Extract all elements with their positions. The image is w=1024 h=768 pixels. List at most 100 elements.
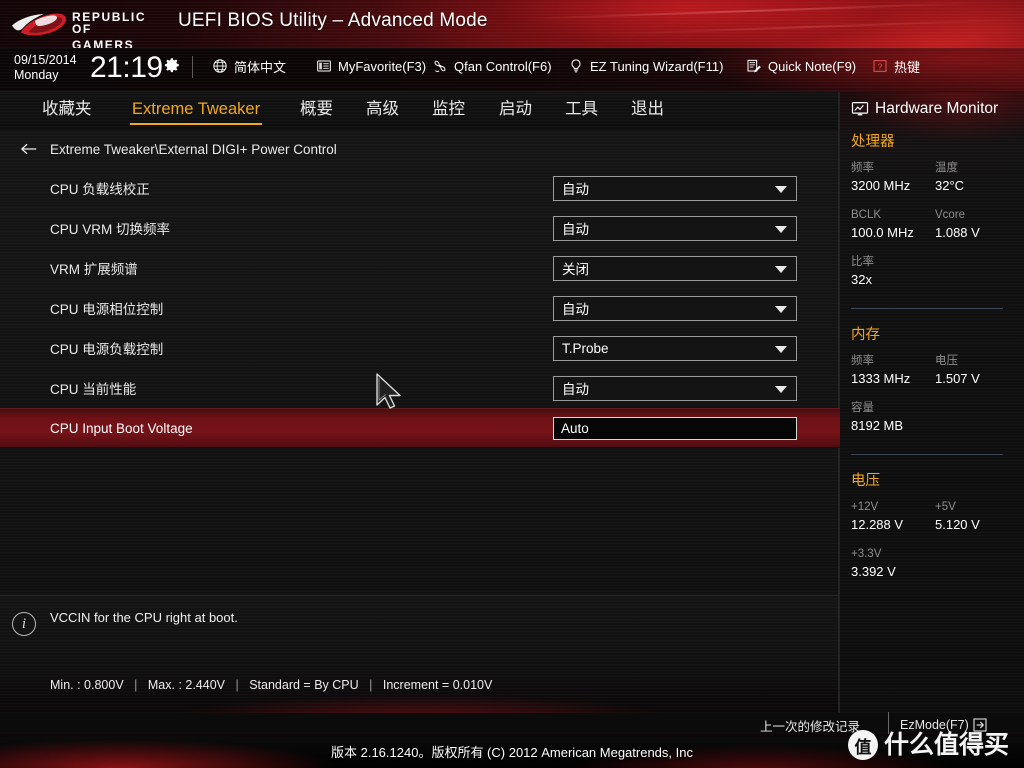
monitor-icon bbox=[851, 102, 869, 116]
hw-key: 比率 bbox=[851, 256, 874, 268]
tab-favorites[interactable]: 收藏夹 bbox=[40, 95, 94, 125]
tab-boot[interactable]: 启动 bbox=[497, 95, 534, 125]
chevron-down-icon bbox=[775, 345, 787, 353]
toolbar-label-myfavorite: MyFavorite(F3) bbox=[338, 58, 427, 74]
hardware-monitor-panel: Hardware Monitor 处理器 频率 3200 MHz 温度 32°C… bbox=[840, 92, 1024, 713]
setting-row-cpu-load-line-calibration[interactable]: CPU 负载线校正 自动 bbox=[0, 168, 840, 208]
hw-section-title-cpu: 处理器 bbox=[851, 134, 895, 150]
watermark-text: 什么值得买 bbox=[884, 731, 1010, 759]
hw-key: +5V bbox=[935, 501, 956, 513]
hw-value: 3200 MHz bbox=[851, 178, 911, 193]
hw-value: 32°C bbox=[935, 178, 965, 193]
setting-row-vrm-spread-spectrum[interactable]: VRM 扩展频谱 关闭 bbox=[0, 248, 840, 288]
tab-advanced[interactable]: 高级 bbox=[364, 95, 401, 125]
current-date: 09/15/2014 bbox=[14, 53, 77, 67]
setting-label: CPU VRM 切换频率 bbox=[50, 222, 171, 237]
chevron-down-icon bbox=[775, 225, 787, 233]
settings-list: CPU 负载线校正 自动 CPU VRM 切换频率 自动 VRM 扩展频谱 关闭 bbox=[0, 168, 840, 448]
dropdown-value: 自动 bbox=[562, 182, 589, 197]
dropdown-value: 自动 bbox=[562, 302, 589, 317]
setting-dropdown-cpu-power-phase-control[interactable]: 自动 bbox=[553, 295, 797, 321]
current-time: 21:19 bbox=[90, 51, 163, 84]
dropdown-value: 自动 bbox=[562, 222, 589, 237]
hw-key: +3.3V bbox=[851, 548, 882, 560]
favorite-list-icon bbox=[317, 60, 331, 72]
help-increment: Increment = 0.010V bbox=[382, 678, 493, 692]
date-block: 09/15/2014 Monday bbox=[14, 53, 90, 82]
setting-label: CPU 电源负载控制 bbox=[50, 342, 164, 357]
title-banner: REPUBLIC OF GAMERS UEFI BIOS Utility – A… bbox=[0, 0, 1024, 48]
toolbar-label-quicknote: Quick Note(F9) bbox=[768, 58, 857, 74]
hw-key: Vcore bbox=[935, 209, 966, 221]
toolbar-item-qfan[interactable]: Qfan Control(F6) bbox=[432, 56, 552, 76]
setting-dropdown-cpu-vrm-switching-frequency[interactable]: 自动 bbox=[553, 215, 797, 241]
bios-screen: REPUBLIC OF GAMERS UEFI BIOS Utility – A… bbox=[0, 0, 1024, 768]
rog-wordmark: REPUBLIC OF GAMERS bbox=[72, 11, 160, 48]
setting-row-cpu-current-capability[interactable]: CPU 当前性能 自动 bbox=[0, 368, 840, 408]
tab-tool[interactable]: 工具 bbox=[563, 95, 600, 125]
gear-icon[interactable] bbox=[163, 56, 181, 74]
back-arrow-icon[interactable] bbox=[20, 142, 38, 156]
note-pencil-icon bbox=[747, 59, 761, 73]
hw-section-title-voltage: 电压 bbox=[851, 473, 880, 489]
hw-value: 32x bbox=[851, 272, 872, 287]
setting-row-cpu-input-boot-voltage[interactable]: CPU Input Boot Voltage Auto bbox=[0, 408, 840, 448]
help-divider: | bbox=[134, 678, 138, 692]
toolbar-item-language[interactable]: 简体中文 bbox=[212, 56, 286, 76]
hw-cell-memory-frequency: 频率 1333 MHz bbox=[851, 353, 935, 400]
setting-row-cpu-power-phase-control[interactable]: CPU 电源相位控制 自动 bbox=[0, 288, 840, 328]
hw-cell-cpu-temperature: 温度 32°C bbox=[935, 160, 1019, 207]
help-standard: Standard = By CPU bbox=[249, 678, 359, 692]
hw-row-mem-capacity: 容量 8192 MB bbox=[851, 400, 1024, 447]
hw-key: +12V bbox=[851, 501, 879, 513]
chevron-down-icon bbox=[775, 385, 787, 393]
input-value: Auto bbox=[561, 420, 589, 436]
hw-value: 12.288 V bbox=[851, 517, 904, 532]
hardware-monitor-label: Hardware Monitor bbox=[875, 100, 999, 117]
breadcrumb: Extreme Tweaker\External DIGI+ Power Con… bbox=[20, 138, 337, 160]
info-icon: i bbox=[12, 612, 36, 636]
hw-key: 频率 bbox=[851, 355, 874, 367]
hw-row-cpu-freq-temp: 频率 3200 MHz 温度 32°C bbox=[851, 160, 1024, 207]
hw-value: 1.507 V bbox=[935, 371, 980, 386]
toolbar-item-eztuning[interactable]: EZ Tuning Wizard(F11) bbox=[568, 56, 723, 76]
hw-row-volt-33: +3.3V 3.392 V bbox=[851, 546, 1024, 593]
hw-cell-voltage-12v: +12V 12.288 V bbox=[851, 499, 935, 546]
last-modified-button[interactable]: 上一次的修改记录 bbox=[760, 714, 860, 736]
watermark-badge: 值 bbox=[848, 730, 878, 760]
hw-row-cpu-bclk-vcore: BCLK 100.0 MHz Vcore 1.088 V bbox=[851, 207, 1024, 254]
hw-section-divider bbox=[851, 454, 1003, 455]
hw-cell-voltage-33v: +3.3V 3.392 V bbox=[851, 546, 935, 593]
globe-icon bbox=[213, 59, 227, 73]
setting-label: CPU 当前性能 bbox=[50, 382, 137, 397]
tab-extreme-tweaker[interactable]: Extreme Tweaker bbox=[130, 95, 263, 125]
hw-key: BCLK bbox=[851, 209, 882, 221]
chevron-down-icon bbox=[775, 265, 787, 273]
toolbar-item-myfavorite[interactable]: MyFavorite(F3) bbox=[316, 56, 426, 76]
hw-cell-memory-voltage: 电压 1.507 V bbox=[935, 353, 1019, 400]
tab-monitor[interactable]: 监控 bbox=[430, 95, 467, 125]
setting-row-cpu-vrm-switching-frequency[interactable]: CPU VRM 切换频率 自动 bbox=[0, 208, 840, 248]
current-day: Monday bbox=[14, 68, 59, 82]
setting-dropdown-vrm-spread-spectrum[interactable]: 关闭 bbox=[553, 255, 797, 281]
dropdown-value: 关闭 bbox=[562, 262, 589, 277]
toolbar-item-quicknote[interactable]: Quick Note(F9) bbox=[746, 56, 856, 76]
hw-value: 100.0 MHz bbox=[851, 225, 914, 240]
hw-value: 8192 MB bbox=[851, 418, 904, 433]
tab-main[interactable]: 概要 bbox=[298, 95, 335, 125]
setting-dropdown-cpu-load-line-calibration[interactable]: 自动 bbox=[553, 175, 797, 201]
hw-value: 3.392 V bbox=[851, 564, 896, 579]
svg-text:?: ? bbox=[878, 61, 883, 71]
setting-dropdown-cpu-power-duty-control[interactable]: T.Probe bbox=[553, 335, 797, 361]
tab-exit[interactable]: 退出 bbox=[629, 95, 666, 125]
watermark: 值 什么值得买 bbox=[848, 730, 1009, 760]
setting-label: CPU 电源相位控制 bbox=[50, 302, 164, 317]
hw-value: 1.088 V bbox=[935, 225, 980, 240]
cpu-input-boot-voltage-input[interactable]: Auto bbox=[553, 416, 797, 440]
setting-dropdown-cpu-current-capability[interactable]: 自动 bbox=[553, 375, 797, 401]
setting-row-cpu-power-duty-control[interactable]: CPU 电源负载控制 T.Probe bbox=[0, 328, 840, 368]
hw-section-title-memory: 内存 bbox=[851, 327, 880, 343]
rog-line-1: REPUBLIC OF bbox=[72, 10, 147, 36]
toolbar-item-hotkeys[interactable]: ? 热键 bbox=[872, 56, 920, 76]
hw-cell-voltage-5v: +5V 5.120 V bbox=[935, 499, 1019, 546]
